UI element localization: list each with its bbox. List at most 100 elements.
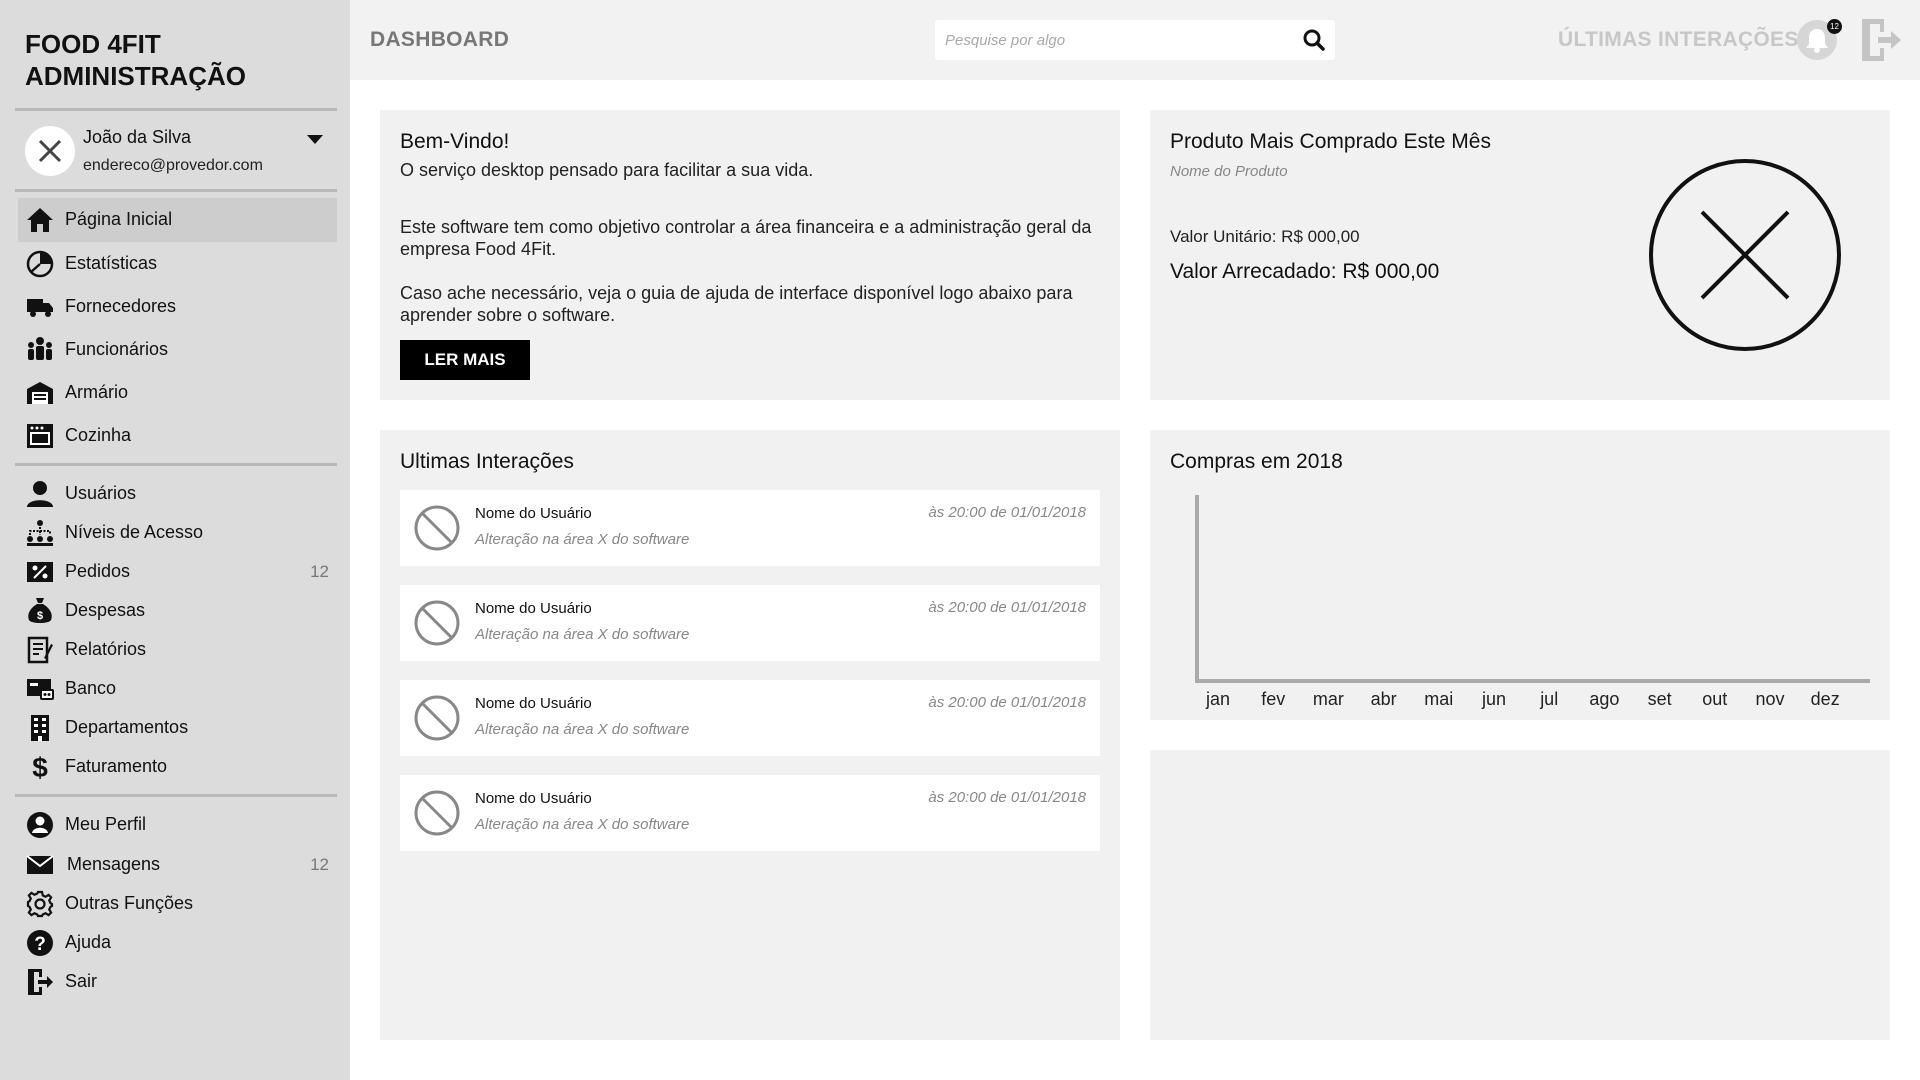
dollar-icon: $ — [26, 753, 54, 781]
sidebar-item-funcionarios[interactable]: Funcionários — [18, 328, 337, 372]
welcome-paragraph-1: Este software tem como objetivo controla… — [400, 217, 1092, 259]
sidebar-item-estatisticas[interactable]: Estatísticas — [18, 242, 337, 286]
stove-icon — [26, 422, 54, 450]
search-icon[interactable] — [1303, 29, 1325, 51]
sidebar-item-label: Página Inicial — [65, 209, 173, 229]
sidebar-item-armario[interactable]: Armário — [18, 371, 337, 415]
divider — [15, 189, 337, 192]
interaction-time: às 20:00 de 01/01/2018 — [928, 789, 1086, 806]
list-item[interactable]: Nome do Usuário Alteração na área X do s… — [400, 775, 1100, 851]
interaction-user: Nome do Usuário — [475, 600, 592, 617]
divider — [15, 794, 337, 797]
chart-x-tick-label: mar — [1313, 689, 1344, 709]
chevron-down-icon[interactable] — [307, 135, 323, 144]
sidebar-item-usuarios[interactable]: Usuários — [18, 472, 337, 516]
chart-x-tick-label: jul — [1539, 689, 1558, 709]
sidebar-item-outras-funcoes[interactable]: Outras Funções — [18, 882, 337, 926]
sidebar-item-departamentos[interactable]: Departamentos — [18, 706, 337, 750]
sidebar-item-despesas[interactable]: $ Despesas — [18, 589, 337, 633]
avatar-placeholder-icon — [38, 139, 62, 163]
sidebar-item-label: Departamentos — [65, 717, 189, 737]
no-avatar-icon — [414, 505, 460, 551]
sidebar-item-label: Despesas — [65, 600, 146, 620]
notification-badge: 12 — [1827, 19, 1842, 34]
sidebar-item-label: Sair — [65, 971, 98, 991]
svg-text:?: ? — [34, 934, 46, 955]
divider — [15, 108, 337, 111]
card-icon — [26, 675, 54, 703]
sidebar-item-ajuda[interactable]: ? Ajuda — [18, 921, 337, 965]
welcome-subtitle: O serviço desktop pensado para facilitar… — [400, 160, 814, 180]
sidebar-item-pagina-inicial[interactable]: Página Inicial — [18, 198, 337, 242]
page-title: DASHBOARD — [370, 28, 510, 51]
mensagens-count-badge: 12 — [310, 855, 329, 874]
truck-icon — [26, 293, 54, 321]
welcome-paragraph-2: Caso ache necessário, veja o guia de aju… — [400, 283, 1073, 325]
chart-x-tick-label: out — [1702, 689, 1727, 709]
sidebar-item-cozinha[interactable]: Cozinha — [18, 414, 337, 458]
sidebar-item-sair[interactable]: Sair — [18, 960, 337, 1004]
home-icon — [26, 206, 54, 234]
interactions-title: Ultimas Interações — [400, 450, 574, 473]
logout-icon[interactable] — [1858, 17, 1904, 63]
sidebar-item-banco[interactable]: Banco — [18, 667, 337, 711]
interaction-user: Nome do Usuário — [475, 505, 592, 522]
no-avatar-icon — [414, 600, 460, 646]
sidebar-item-label: Níveis de Acesso — [65, 522, 204, 542]
interaction-description: Alteração na área X do software — [475, 531, 690, 548]
product-image-placeholder-icon — [1649, 159, 1841, 351]
sidebar-item-label: Outras Funções — [65, 893, 194, 913]
sidebar-item-faturamento[interactable]: $ Faturamento — [18, 745, 337, 789]
percent-icon — [26, 558, 54, 586]
top-header: DASHBOARD ÚLTIMAS INTERAÇÕES 12 — [350, 0, 1920, 80]
list-item[interactable]: Nome do Usuário Alteração na área X do s… — [400, 680, 1100, 756]
sidebar-item-fornecedores[interactable]: Fornecedores — [18, 285, 337, 329]
sidebar-item-label: Relatórios — [65, 639, 147, 659]
mail-icon — [26, 851, 54, 879]
chart-x-tick-label: ago — [1589, 689, 1619, 709]
sidebar-item-niveis-de-acesso[interactable]: Níveis de Acesso — [18, 511, 337, 555]
warehouse-icon — [26, 379, 54, 407]
interaction-description: Alteração na área X do software — [475, 816, 690, 833]
interaction-description: Alteração na área X do software — [475, 626, 690, 643]
sidebar-item-meu-perfil[interactable]: Meu Perfil — [18, 803, 337, 847]
hierarchy-icon — [26, 519, 54, 547]
app-brand: FOOD 4FIT ADMINISTRAÇÃO — [25, 28, 325, 92]
sidebar-item-label: Funcionários — [65, 339, 169, 359]
chart-x-tick-label: fev — [1261, 689, 1285, 709]
sidebar-item-label: Faturamento — [65, 756, 168, 776]
sidebar-item-relatorios[interactable]: Relatórios — [18, 628, 337, 672]
help-icon: ? — [26, 929, 54, 957]
user-icon — [26, 480, 54, 508]
money-bag-icon: $ — [26, 597, 54, 625]
search-input[interactable] — [935, 20, 1285, 60]
exit-icon — [26, 968, 54, 996]
report-icon — [26, 636, 54, 664]
sidebar-item-mensagens[interactable]: Mensagens 12 — [18, 843, 337, 887]
no-avatar-icon — [414, 790, 460, 836]
interaction-time: às 20:00 de 01/01/2018 — [928, 694, 1086, 711]
pie-chart-icon — [26, 250, 54, 278]
product-unit-value: Valor Unitário: R$ 000,00 — [1170, 227, 1360, 246]
brand-line-2: ADMINISTRAÇÃO — [25, 61, 246, 91]
avatar — [25, 126, 75, 176]
sidebar-item-label: Mensagens — [67, 854, 161, 874]
gear-icon — [26, 890, 54, 918]
interaction-user: Nome do Usuário — [475, 695, 592, 712]
pedidos-count-badge: 12 — [310, 562, 329, 581]
sidebar-item-label: Ajuda — [65, 932, 112, 952]
sidebar-item-label: Pedidos — [65, 561, 131, 581]
sidebar-item-pedidos[interactable]: Pedidos 12 — [18, 550, 337, 594]
user-profile[interactable]: João da Silva endereco@provedor.com — [25, 123, 337, 183]
building-icon — [26, 714, 54, 742]
sidebar: FOOD 4FIT ADMINISTRAÇÃO João da Silva en… — [0, 0, 350, 1080]
list-item[interactable]: Nome do Usuário Alteração na área X do s… — [400, 490, 1100, 566]
sidebar-item-label: Meu Perfil — [65, 814, 147, 834]
latest-interactions-link[interactable]: ÚLTIMAS INTERAÇÕES — [1558, 28, 1799, 52]
read-more-button[interactable]: LER MAIS — [400, 340, 530, 380]
interactions-panel: Ultimas Interações Nome do Usuário Alter… — [380, 430, 1120, 1040]
search-box — [935, 20, 1335, 60]
interaction-time: às 20:00 de 01/01/2018 — [928, 599, 1086, 616]
list-item[interactable]: Nome do Usuário Alteração na área X do s… — [400, 585, 1100, 661]
profile-name: João da Silva — [83, 127, 192, 147]
